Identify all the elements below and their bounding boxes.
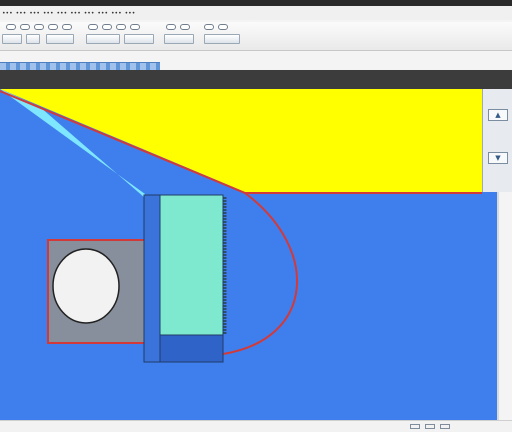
tool-button-3[interactable] — [46, 34, 74, 44]
status-icon — [425, 424, 435, 429]
status-icon — [440, 424, 450, 429]
tool-button-6[interactable] — [164, 34, 194, 44]
tool-icon[interactable] — [218, 24, 228, 30]
menu-item[interactable]: ••• — [125, 10, 136, 17]
tool-icon[interactable] — [204, 24, 214, 30]
tool-button-5[interactable] — [124, 34, 154, 44]
tool-icon[interactable] — [102, 24, 112, 30]
tool-icon[interactable] — [34, 24, 44, 30]
menu-item[interactable]: ••• — [84, 10, 95, 17]
canvas-drawing — [0, 89, 482, 363]
scroll-up-button[interactable]: ▲ — [488, 109, 508, 121]
tool-button-4[interactable] — [86, 34, 120, 44]
tool-button-7[interactable] — [204, 34, 240, 44]
toolbar — [0, 22, 512, 51]
menu-bar: ••• ••• ••• ••• ••• ••• ••• ••• ••• ••• — [0, 6, 512, 20]
menu-item[interactable]: ••• — [43, 10, 54, 17]
drawing-canvas[interactable] — [0, 89, 499, 420]
tool-icon[interactable] — [48, 24, 58, 30]
menu-item[interactable]: ••• — [2, 10, 13, 17]
status-icon — [410, 424, 420, 429]
menu-item[interactable]: ••• — [29, 10, 40, 17]
scroll-down-button[interactable]: ▼ — [488, 152, 508, 164]
white-ellipse — [52, 248, 120, 324]
tool-button-2[interactable] — [26, 34, 40, 44]
menu-item[interactable]: ••• — [57, 10, 68, 17]
menu-item[interactable]: ••• — [70, 10, 81, 17]
tool-icon[interactable] — [88, 24, 98, 30]
tool-button-1[interactable] — [2, 34, 22, 44]
tool-icon[interactable] — [180, 24, 190, 30]
tool-icon[interactable] — [130, 24, 140, 30]
menu-item[interactable]: ••• — [111, 10, 122, 17]
teal-panel — [159, 194, 224, 336]
dark-block — [159, 334, 224, 363]
curve-path — [222, 192, 299, 355]
ruler-band — [0, 70, 512, 89]
tool-icon[interactable] — [62, 24, 72, 30]
tool-icon[interactable] — [6, 24, 16, 30]
tool-icon[interactable] — [166, 24, 176, 30]
left-strip — [143, 194, 161, 363]
menu-item[interactable]: ••• — [16, 10, 27, 17]
side-panel: ▲ ▼ — [482, 89, 512, 192]
status-bar — [0, 420, 512, 432]
tool-icon[interactable] — [116, 24, 126, 30]
tool-icon[interactable] — [20, 24, 30, 30]
menu-item[interactable]: ••• — [97, 10, 108, 17]
